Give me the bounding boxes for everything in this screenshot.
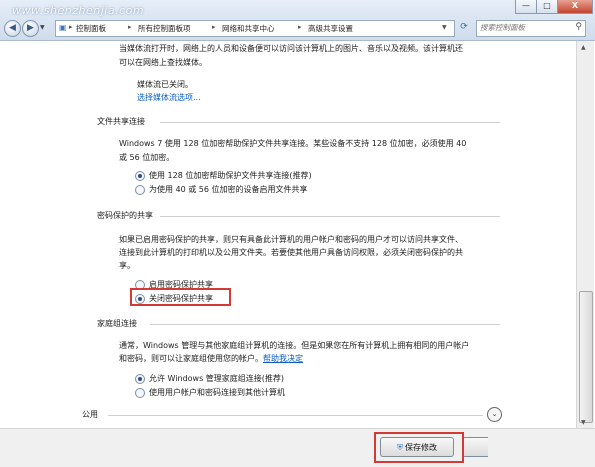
scroll-up-arrow-icon[interactable]: ▲ — [581, 44, 586, 51]
section-divider — [160, 216, 500, 217]
search-icon[interactable]: ⚲ — [575, 22, 582, 32]
recent-pages-dropdown-icon[interactable]: ▼ — [40, 24, 45, 31]
back-button[interactable]: ◀ — [4, 20, 21, 37]
breadcrumb-item-advanced-sharing[interactable]: 高级共享设置 — [308, 23, 353, 34]
homegroup-section-title: 家庭组连接 — [97, 319, 137, 328]
highlight-box-save-button — [374, 432, 464, 463]
maximize-button[interactable]: □ — [536, 0, 558, 14]
password-sharing-description-line3: 享。 — [119, 261, 135, 270]
media-streaming-description-line1: 当媒体流打开时，网络上的人员和设备便可以访问该计算机上的图片、音乐以及视频。该计… — [119, 44, 463, 53]
file-sharing-section-title: 文件共享连接 — [97, 117, 145, 126]
homegroup-option-user-accounts-label[interactable]: 使用用户帐户和密码连接到其他计算机 — [149, 387, 285, 398]
file-sharing-description-line1: Windows 7 使用 128 位加密帮助保护文件共享连接。某些设备不支持 1… — [119, 139, 467, 148]
watermark: www.shenzhenjia.com — [12, 4, 145, 17]
search-input[interactable] — [477, 21, 571, 34]
file-sharing-radio-40-56bit[interactable] — [135, 185, 145, 195]
file-sharing-option-40-56bit-label[interactable]: 为使用 40 或 56 位加密的设备启用文件共享 — [149, 184, 308, 195]
breadcrumb-separator-icon: ▸ — [128, 23, 132, 31]
section-divider — [160, 122, 500, 123]
homegroup-radio-user-accounts[interactable] — [135, 388, 145, 398]
scroll-down-arrow-icon[interactable]: ▼ — [581, 419, 586, 426]
breadcrumb-item-network-center[interactable]: 网络和共享中心 — [222, 23, 275, 34]
breadcrumb-item-all-items[interactable]: 所有控制面板项 — [138, 23, 191, 34]
homegroup-option-windows-managed-label[interactable]: 允许 Windows 管理家庭组连接(推荐) — [149, 373, 284, 384]
control-panel-icon: ▣ — [59, 23, 67, 32]
footer-bar: ⛨ 保存修改 — [0, 428, 595, 467]
help-me-decide-link[interactable]: 帮助我决定 — [263, 354, 303, 363]
chevron-down-icon[interactable]: ⌄ — [487, 407, 502, 422]
homegroup-description-line1: 通常，Windows 管理与其他家庭组计算机的连接。但是如果您在所有计算机上拥有… — [119, 341, 470, 350]
section-divider — [108, 415, 483, 416]
breadcrumb-item-control-panel[interactable]: 控制面板 — [76, 23, 106, 34]
public-profile-title[interactable]: 公用 — [82, 409, 98, 420]
search-box[interactable]: ⚲ — [476, 20, 586, 37]
vertical-scrollbar[interactable]: ▲ ▼ — [576, 41, 594, 429]
breadcrumb-separator-icon: ▸ — [69, 23, 73, 31]
minimize-button[interactable]: — — [515, 0, 537, 14]
breadcrumb[interactable]: ▣ ▸ 控制面板 ▸ 所有控制面板项 ▸ 网络和共享中心 ▸ 高级共享设置 ▼ — [55, 20, 455, 37]
homegroup-description-text: 和密码，则可以让家庭组使用您的帐户。 — [119, 354, 263, 363]
media-streaming-description-line2: 可以在网络上查找媒体。 — [119, 58, 207, 67]
homegroup-radio-windows-managed[interactable] — [135, 374, 145, 384]
breadcrumb-separator-icon: ▸ — [298, 23, 302, 31]
file-sharing-radio-128bit[interactable] — [135, 171, 145, 181]
file-sharing-option-128bit-label[interactable]: 使用 128 位加密帮助保护文件共享连接(推荐) — [149, 170, 312, 181]
media-streaming-status: 媒体流已关闭。 — [137, 80, 193, 89]
media-streaming-options-link[interactable]: 选择媒体流选项... — [137, 91, 201, 104]
password-sharing-description-line2: 连接到此计算机的打印机以及公用文件夹。若要使其他用户具备访问权限，必须关闭密码保… — [119, 248, 463, 257]
scrollbar-thumb[interactable] — [579, 291, 593, 423]
section-divider — [150, 324, 500, 325]
refresh-icon[interactable]: ⟳ — [458, 21, 470, 34]
address-dropdown-icon[interactable]: ▼ — [442, 24, 447, 31]
password-sharing-description-line1: 如果已启用密码保护的共享，则只有具备此计算机的用户帐户和密码的用户才可以访问共享… — [119, 235, 463, 244]
highlight-box-password-off — [130, 288, 231, 306]
address-bar: www.shenzhenjia.com — □ X ◀ ▶ ▼ ▣ ▸ 控制面板… — [0, 0, 595, 41]
homegroup-description-line2: 和密码，则可以让家庭组使用您的帐户。帮助我决定 — [119, 352, 303, 365]
forward-button[interactable]: ▶ — [22, 20, 39, 37]
back-arrow-icon: ◀ — [9, 23, 16, 33]
forward-arrow-icon: ▶ — [27, 23, 34, 33]
breadcrumb-separator-icon: ▸ — [212, 23, 216, 31]
file-sharing-description-line2: 或 56 位加密。 — [119, 153, 175, 162]
password-sharing-section-title: 密码保护的共享 — [97, 211, 153, 220]
close-button[interactable]: X — [557, 0, 593, 14]
cancel-button[interactable] — [462, 437, 488, 457]
